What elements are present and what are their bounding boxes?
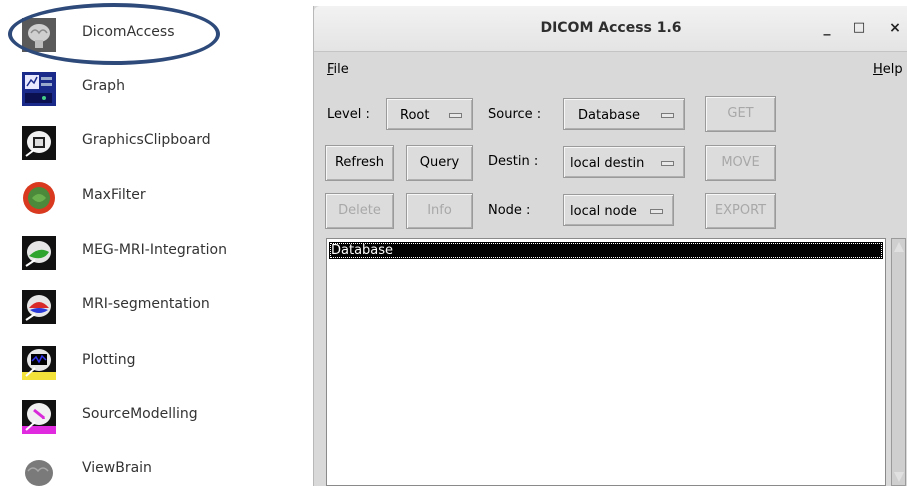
launcher-item-sourcemodelling[interactable]: SourceModelling	[22, 394, 292, 438]
scroll-down-arrow-icon[interactable]	[894, 472, 904, 482]
dropdown-indicator-icon	[650, 209, 663, 214]
launcher-label: DicomAccess	[82, 24, 175, 40]
node-value: local node	[570, 204, 637, 219]
brain-dicom-icon	[22, 18, 56, 52]
source-value: Database	[578, 108, 641, 123]
close-button[interactable]: ×	[885, 18, 905, 38]
source-select[interactable]: Database	[563, 98, 685, 130]
source-label: Source :	[488, 107, 542, 122]
launcher-item-graph[interactable]: Graph	[22, 66, 292, 110]
launcher-item-plotting[interactable]: Plotting	[22, 340, 292, 384]
app-launcher: DicomAccess Graph GraphicsClipboard MaxF…	[0, 0, 300, 488]
dicom-access-window: DICOM Access 1.6 _ □ × File Help Level :…	[313, 6, 907, 486]
title-bar[interactable]: DICOM Access 1.6 _ □ ×	[314, 6, 907, 52]
launcher-item-mri-segmentation[interactable]: MRI-segmentation	[22, 284, 292, 328]
export-button[interactable]: EXPORT	[705, 193, 776, 229]
menu-help[interactable]: Help	[873, 62, 903, 77]
destin-label: Destin :	[488, 154, 539, 169]
level-select[interactable]: Root	[386, 98, 473, 130]
database-listbox[interactable]: Database	[326, 238, 886, 486]
launcher-item-graphicsclipboard[interactable]: GraphicsClipboard	[22, 120, 292, 164]
dropdown-indicator-icon	[661, 113, 674, 118]
menu-bar: File Help	[314, 52, 907, 86]
launcher-item-meg-mri-integration[interactable]: MEG-MRI-Integration	[22, 230, 292, 274]
launcher-label: SourceModelling	[82, 406, 198, 422]
node-label: Node :	[488, 203, 531, 218]
launcher-label: ViewBrain	[82, 460, 152, 476]
query-button[interactable]: Query	[406, 145, 473, 181]
maximize-button[interactable]: □	[849, 18, 869, 38]
dropdown-indicator-icon	[661, 161, 674, 166]
level-label: Level :	[327, 107, 370, 122]
move-button[interactable]: MOVE	[705, 145, 776, 181]
level-value: Root	[400, 108, 430, 123]
refresh-button[interactable]: Refresh	[325, 145, 394, 181]
meg-mri-icon	[22, 236, 56, 270]
dropdown-indicator-icon	[449, 113, 462, 118]
plotting-icon	[22, 346, 56, 380]
mri-segmentation-icon	[22, 290, 56, 324]
destin-value: local destin	[570, 156, 645, 171]
launcher-label: MaxFilter	[82, 187, 146, 203]
launcher-label: MRI-segmentation	[82, 296, 210, 312]
launcher-label: Plotting	[82, 352, 136, 368]
list-item[interactable]: Database	[329, 242, 883, 259]
info-button[interactable]: Info	[406, 193, 473, 229]
launcher-label: Graph	[82, 78, 125, 94]
launcher-item-maxfilter[interactable]: MaxFilter	[22, 175, 292, 219]
launcher-label: MEG-MRI-Integration	[82, 242, 227, 258]
delete-button[interactable]: Delete	[325, 193, 394, 229]
menu-file[interactable]: File	[327, 62, 349, 77]
graphics-clipboard-icon	[22, 126, 56, 160]
node-select[interactable]: local node	[563, 194, 674, 226]
graph-icon	[22, 72, 56, 106]
source-modelling-icon	[22, 400, 56, 434]
launcher-item-dicomaccess[interactable]: DicomAccess	[22, 12, 292, 56]
destin-select[interactable]: local destin	[563, 146, 685, 178]
maxfilter-icon	[22, 181, 56, 215]
minimize-button[interactable]: _	[817, 18, 837, 38]
vertical-scrollbar[interactable]	[891, 238, 906, 486]
get-button[interactable]: GET	[705, 96, 776, 132]
view-brain-icon	[22, 454, 56, 488]
launcher-label: GraphicsClipboard	[82, 132, 211, 148]
launcher-item-viewbrain[interactable]: ViewBrain	[22, 448, 292, 492]
scroll-up-arrow-icon[interactable]	[894, 242, 904, 252]
